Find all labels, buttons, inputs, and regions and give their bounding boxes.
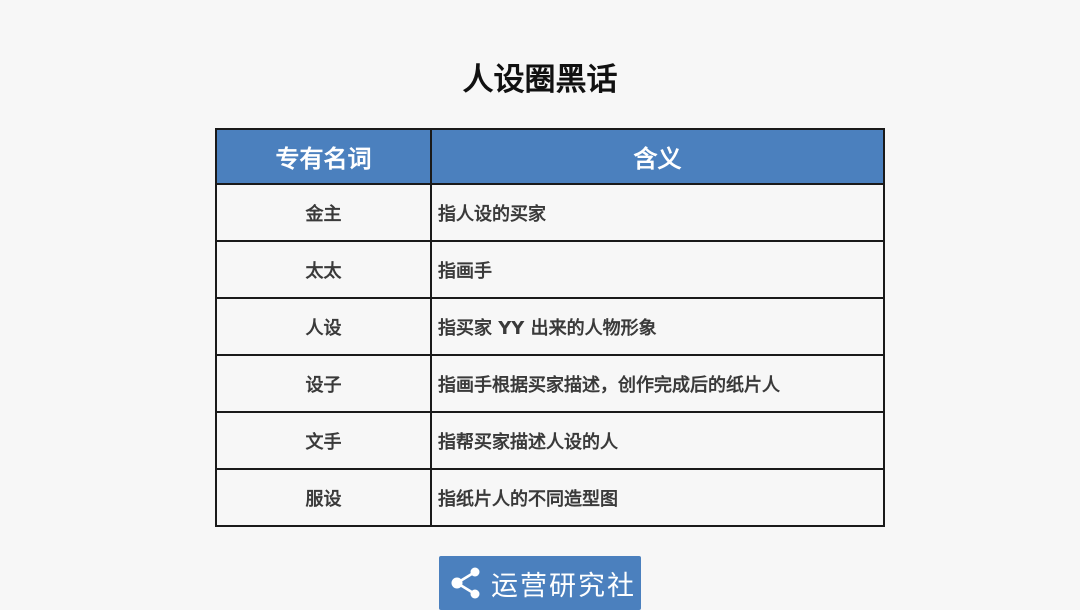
term-cell: 文手	[215, 411, 432, 470]
share-icon	[449, 566, 483, 600]
brand-logo: 运营研究社	[439, 556, 641, 610]
meaning-cell: 指画手根据买家描述，创作完成后的纸片人	[430, 354, 885, 413]
table-header-row: 专有名词 含义	[215, 128, 885, 185]
table-row: 服设 指纸片人的不同造型图	[215, 468, 885, 527]
term-cell: 人设	[215, 297, 432, 356]
page: 人设圈黑话 专有名词 含义 金主 指人设的买家 太太 指画手 人设 指买家 YY…	[0, 0, 1080, 610]
meaning-cell: 指人设的买家	[430, 183, 885, 242]
glossary-table: 专有名词 含义 金主 指人设的买家 太太 指画手 人设 指买家 YY 出来的人物…	[215, 128, 885, 527]
term-cell: 金主	[215, 183, 432, 242]
table-row: 太太 指画手	[215, 240, 885, 299]
term-cell: 设子	[215, 354, 432, 413]
table-row: 金主 指人设的买家	[215, 183, 885, 242]
table-row: 人设 指买家 YY 出来的人物形象	[215, 297, 885, 356]
table-row: 设子 指画手根据买家描述，创作完成后的纸片人	[215, 354, 885, 413]
meaning-cell: 指买家 YY 出来的人物形象	[430, 297, 885, 356]
term-cell: 服设	[215, 468, 432, 527]
brand-name: 运营研究社	[491, 570, 636, 602]
column-header-meaning: 含义	[430, 128, 885, 185]
page-title: 人设圈黑话	[462, 62, 618, 98]
meaning-cell: 指纸片人的不同造型图	[430, 468, 885, 527]
term-cell: 太太	[215, 240, 432, 299]
table-row: 文手 指帮买家描述人设的人	[215, 411, 885, 470]
meaning-cell: 指帮买家描述人设的人	[430, 411, 885, 470]
column-header-term: 专有名词	[215, 128, 432, 185]
meaning-cell: 指画手	[430, 240, 885, 299]
